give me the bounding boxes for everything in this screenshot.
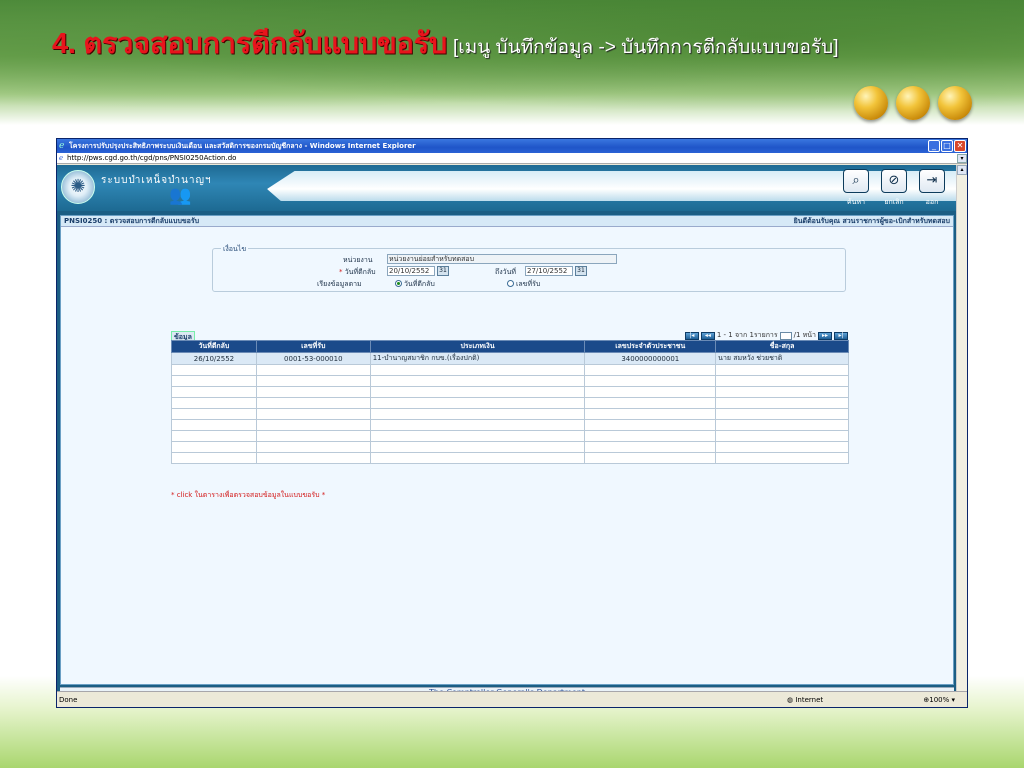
address-bar[interactable]: ℯ http://pws.cgd.go.th/cgd/pns/PNSI0250A… <box>57 153 967 164</box>
page-icon: ℯ <box>59 154 64 162</box>
search-button[interactable]: ⌕ <box>843 169 869 193</box>
window-title: โครงการปรับปรุงประสิทธิภาพระบบเงินเดือน … <box>69 141 416 150</box>
click-hint: * click ในตารางเพื่อตรวจสอบข้อมูลในแบบขอ… <box>171 491 326 499</box>
page-header: PNSI0250 : ตรวจสอบการตีกลับแบบขอรับ ยินด… <box>61 216 953 227</box>
cell-receipt-no[interactable]: 0001-53-000010 <box>255 352 371 365</box>
cell-full-name[interactable]: นาย สมหวัง ช่วยชาติ <box>715 352 849 365</box>
column-header[interactable]: ประเภทเงิน <box>369 340 586 353</box>
from-date-label: วันที่ตีกลับ <box>344 268 376 276</box>
to-date-label: ถึงวันที่ <box>495 268 516 276</box>
to-date-input[interactable]: 27/10/2552 <box>525 266 573 276</box>
security-zone: ◍ Internet <box>787 695 824 704</box>
sort-label: เรียงข้อมูลตาม <box>317 280 362 288</box>
status-bar: Done ◍ Internet ⊕100% ▾ <box>57 691 967 707</box>
people-icon: 👥 <box>169 185 192 206</box>
sort-option-date[interactable]: วันที่ตีกลับ <box>395 279 435 290</box>
scroll-up-icon[interactable]: ▴ <box>957 165 967 175</box>
table-row[interactable] <box>171 430 849 442</box>
page-title: PNSI0250 : ตรวจสอบการตีกลับแบบขอรับ <box>64 216 200 225</box>
last-page-button[interactable]: ▸| <box>834 331 848 340</box>
ie-icon: ℯ <box>59 141 65 151</box>
status-text: Done <box>59 695 78 704</box>
sort-option-receipt[interactable]: เลขที่รับ <box>507 279 540 290</box>
welcome-text: ยินดีต้อนรับคุณ สวนราชการผู้ขอ-เบิกสำหรั… <box>793 216 950 225</box>
page-content: ✺ ระบบบำเหน็จบำนาญฯ 👥 ⌕ ค้นหา ⊘ ยกเลิก ⇥… <box>57 165 957 699</box>
close-button[interactable]: ✕ <box>954 140 966 152</box>
vertical-scrollbar[interactable]: ▴ <box>956 165 967 699</box>
slide-title-sub: [เมนู บันทึกข้อมูล -> บันทึกการตีกลับแบบ… <box>452 37 839 58</box>
cell-money-type[interactable]: 11-บำนาญสมาชิก กบข.(เรื่องปกติ) <box>369 352 586 365</box>
browser-window: ℯ โครงการปรับปรุงประสิทธิภาพระบบเงินเดือ… <box>56 138 968 708</box>
logo-icon: ✺ <box>61 170 95 204</box>
cancel-label: ยกเลิก <box>884 198 904 206</box>
exit-button[interactable]: ⇥ <box>919 169 945 193</box>
cell-citizen-id[interactable]: 3400000000001 <box>584 352 717 365</box>
slide-title-main: 4. ตรวจสอบการตีกลับแบบขอรับ <box>52 28 447 60</box>
unit-field[interactable]: หน่วยงานย่อยสำหรับทดสอบ <box>387 254 617 264</box>
radio-selected-icon[interactable] <box>395 280 402 287</box>
table-row[interactable] <box>171 375 849 387</box>
first-page-button[interactable]: |◂ <box>684 331 699 340</box>
table-row[interactable]: 26/10/2552 0001-53-000010 11-บำนาญสมาชิก… <box>171 352 849 365</box>
window-titlebar: ℯ โครงการปรับปรุงประสิทธิภาพระบบเงินเดือ… <box>57 139 967 153</box>
results-table: วันที่ตีกลับ เลขที่รับ ประเภทเงิน เลขประ… <box>171 340 849 464</box>
exit-label: ออก <box>925 198 939 206</box>
calendar-icon[interactable]: 31 <box>437 266 449 276</box>
orb-icon <box>896 86 930 120</box>
main-panel: PNSI0250 : ตรวจสอบการตีกลับแบบขอรับ ยินด… <box>60 215 954 685</box>
table-row[interactable] <box>171 441 849 453</box>
unit-label: หน่วยงาน <box>343 256 373 264</box>
search-label: ค้นหา <box>846 198 865 206</box>
table-row[interactable] <box>171 408 849 420</box>
orb-icon <box>938 86 972 120</box>
cancel-button[interactable]: ⊘ <box>881 169 907 193</box>
search-icon: ⌕ <box>852 173 860 188</box>
column-header[interactable]: เลขที่รับ <box>255 340 371 353</box>
page-number-input[interactable] <box>779 331 792 340</box>
maximize-button[interactable]: □ <box>941 140 953 152</box>
slide-title: 4. ตรวจสอบการตีกลับแบบขอรับ [เมนู บันทึกข… <box>52 20 839 66</box>
from-date-input[interactable]: 20/10/2552 <box>387 266 435 276</box>
app-banner: ✺ ระบบบำเหน็จบำนาญฯ 👥 ⌕ ค้นหา ⊘ ยกเลิก ⇥… <box>57 165 957 211</box>
table-row[interactable] <box>171 452 849 464</box>
minimize-button[interactable]: _ <box>928 140 940 152</box>
exit-icon: ⇥ <box>926 173 938 188</box>
cancel-icon: ⊘ <box>888 173 900 188</box>
table-row[interactable] <box>171 419 849 431</box>
cell-return-date[interactable]: 26/10/2552 <box>171 352 257 365</box>
required-mark: * <box>339 268 343 276</box>
next-page-button[interactable]: ▸▸ <box>818 331 832 340</box>
table-row[interactable] <box>171 364 849 376</box>
calendar-icon[interactable]: 31 <box>575 266 587 276</box>
column-header[interactable]: วันที่ตีกลับ <box>171 340 257 353</box>
slide-header: 4. ตรวจสอบการตีกลับแบบขอรับ [เมนู บันทึกข… <box>0 0 1024 125</box>
table-row[interactable] <box>171 397 849 409</box>
radio-icon[interactable] <box>507 280 514 287</box>
zoom-level[interactable]: ⊕100% ▾ <box>887 696 967 704</box>
chevron-down-icon[interactable]: ▾ <box>957 153 967 163</box>
column-header[interactable]: ชื่อ-สกุล <box>715 340 849 353</box>
prev-page-button[interactable]: ◂◂ <box>700 331 715 340</box>
decorative-orbs <box>854 86 972 120</box>
criteria-legend: เงื่อนไข <box>221 244 249 255</box>
column-header[interactable]: เลขประจำตัวประชาชน <box>584 340 717 353</box>
orb-icon <box>854 86 888 120</box>
system-name: ระบบบำเหน็จบำนาญฯ <box>101 175 212 186</box>
table-row[interactable] <box>171 386 849 398</box>
criteria-fieldset: เงื่อนไข หน่วยงาน หน่วยงานย่อยสำหรับทดสอ… <box>212 244 846 292</box>
address-url[interactable]: http://pws.cgd.go.th/cgd/pns/PNSI0250Act… <box>67 154 957 162</box>
